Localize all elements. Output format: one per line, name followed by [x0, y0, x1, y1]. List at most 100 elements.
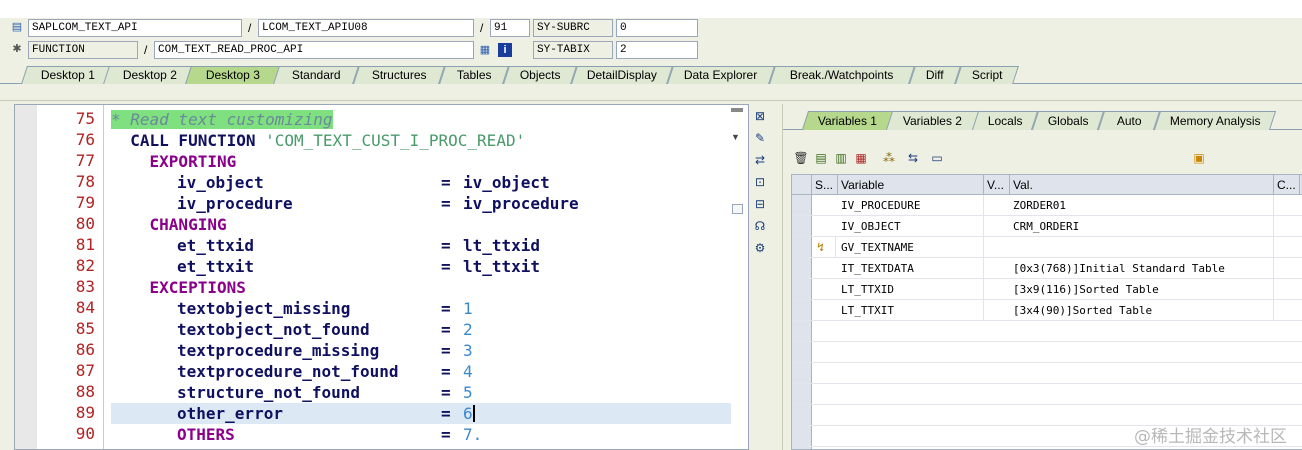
display-code-icon[interactable]: ▦	[478, 43, 492, 57]
variables-grid[interactable]: S... Variable V... Val. C... H IV_PROCED…	[791, 174, 1302, 450]
line-field[interactable]: 91	[490, 19, 530, 37]
table-row[interactable]: IV_PROCEDURE ZORDER01 5	[792, 195, 1302, 216]
append-icon[interactable]: ▥	[833, 150, 849, 166]
new-tool-icon[interactable]: ✎	[752, 130, 768, 146]
sysvar1-value[interactable]: 0	[616, 19, 698, 37]
tab-diff[interactable]: Diff	[909, 66, 961, 84]
code-line-89[interactable]: other_error = 6	[111, 403, 731, 424]
code-line-90[interactable]: OTHERS = 7.	[111, 424, 731, 445]
table-row[interactable]: IT_TEXTDATA [0x3(768)]Initial Standard T…	[792, 258, 1302, 279]
code-line-77[interactable]: EXPORTING	[111, 151, 731, 172]
col-s[interactable]: S...	[812, 175, 838, 195]
variable-name[interactable]: IT_TEXTDATA	[838, 258, 984, 279]
info-icon[interactable]: i	[498, 43, 512, 57]
tab-script[interactable]: Script	[955, 66, 1019, 84]
include-field[interactable]: LCOM_TEXT_APIU08	[258, 19, 474, 37]
tab-desktop-2[interactable]: Desktop 2	[103, 66, 197, 84]
tab-globals[interactable]: Globals	[1031, 111, 1105, 130]
variable-value[interactable]: CRM_ORDERI	[1010, 216, 1274, 237]
code-line-80[interactable]: CHANGING	[111, 214, 731, 235]
tab-variables-2[interactable]: Variables 2	[885, 111, 981, 130]
tab-desktop-3[interactable]: Desktop 3	[185, 66, 281, 84]
separator: /	[248, 21, 252, 35]
table-row[interactable]	[792, 384, 1302, 405]
table-row[interactable]: LT_TTXID [3x9(116)]Sorted Table	[792, 279, 1302, 300]
tab-structures[interactable]: Structures	[353, 66, 445, 84]
tab-desktop-1[interactable]: Desktop 1	[21, 66, 115, 84]
col-select	[792, 175, 812, 195]
tab-objects[interactable]: Objects	[503, 66, 577, 84]
variable-value[interactable]: ZORDER01	[1010, 195, 1274, 216]
swap-icon[interactable]: ⇄	[752, 152, 768, 168]
code-line-87[interactable]: textprocedure_not_found = 4	[111, 361, 731, 382]
table-row[interactable]	[792, 321, 1302, 342]
variable-value[interactable]	[1010, 237, 1274, 258]
code-line-76[interactable]: CALL FUNCTION 'COM_TEXT_CUST_I_PROC_READ…	[111, 130, 731, 151]
separator: /	[144, 43, 148, 57]
save-icon[interactable]: ▣	[1191, 150, 1207, 166]
close-icon[interactable]: ⊠	[752, 108, 768, 124]
table-row[interactable]: ↯ GV_TEXTNAME	[792, 237, 1302, 258]
variable-name[interactable]: LT_TTXIT	[838, 300, 984, 321]
services-icon[interactable]: ⚙	[752, 240, 768, 256]
col-c[interactable]: C...	[1274, 175, 1300, 195]
folder-icon[interactable]: ▭	[929, 150, 945, 166]
code-line-83[interactable]: EXCEPTIONS	[111, 277, 731, 298]
variable-value[interactable]: [3x9(116)]Sorted Table	[1010, 279, 1274, 300]
insert-icon[interactable]: ▤	[813, 150, 829, 166]
variable-value[interactable]: [0x3(768)]Initial Standard Table	[1010, 258, 1274, 279]
tab-detaildisplay[interactable]: DetailDisplay	[571, 66, 673, 84]
code-line-82[interactable]: et_ttxit = lt_ttxit	[111, 256, 731, 277]
maximize-icon[interactable]: ⊡	[752, 174, 768, 190]
delete-icon[interactable]: 🗑	[793, 150, 809, 166]
variable-name[interactable]: IV_PROCEDURE	[838, 195, 984, 216]
code-line-81[interactable]: et_ttxid = lt_ttxid	[111, 235, 731, 256]
variable-name[interactable]: LT_TTXID	[838, 279, 984, 300]
value: 6	[463, 404, 473, 423]
tab-locals[interactable]: Locals	[971, 111, 1039, 130]
split-icon[interactable]: ⊟	[752, 196, 768, 212]
grid-header: S... Variable V... Val. C... H	[792, 175, 1302, 195]
source-code-editor[interactable]: 75 * Read text customizing 76 CALL FUNCT…	[14, 104, 749, 450]
tab-memory-analysis[interactable]: Memory Analysis	[1153, 111, 1277, 130]
tab-auto[interactable]: Auto	[1097, 111, 1161, 130]
headset-icon[interactable]: ☊	[752, 218, 768, 234]
code-line-88[interactable]: structure_not_found = 5	[111, 382, 731, 403]
line-number: 87	[75, 361, 95, 380]
watch-icon[interactable]: ↯	[814, 237, 836, 258]
tab-tables[interactable]: Tables	[439, 66, 509, 84]
line-number: 79	[75, 193, 95, 212]
code-line-75[interactable]: * Read text customizing	[111, 109, 731, 130]
transfer-icon[interactable]: ⇆	[905, 150, 921, 166]
sysvar2-value[interactable]: 2	[616, 41, 698, 59]
variable-name[interactable]: IV_OBJECT	[838, 216, 984, 237]
editor-scrollbar[interactable]: ▼	[730, 104, 744, 450]
col-value[interactable]: Val.	[1010, 175, 1274, 195]
tab-standard[interactable]: Standard	[273, 66, 359, 84]
hierarchy-icon[interactable]: ⁂	[881, 150, 897, 166]
code-line-86[interactable]: textprocedure_missing = 3	[111, 340, 731, 361]
table-row[interactable]	[792, 363, 1302, 384]
scroll-down-arrow[interactable]: ▼	[731, 132, 740, 142]
code-line-84[interactable]: textobject_missing = 1	[111, 298, 731, 319]
code-line-85[interactable]: textobject_not_found = 2	[111, 319, 731, 340]
col-v[interactable]: V...	[984, 175, 1010, 195]
col-variable[interactable]: Variable	[838, 175, 984, 195]
scroll-thumb[interactable]	[732, 204, 743, 214]
table-row[interactable]	[792, 342, 1302, 363]
code-line-79[interactable]: iv_procedure = iv_procedure	[111, 193, 731, 214]
tab-variables-1[interactable]: Variables 1	[801, 111, 895, 130]
value: lt_ttxit	[463, 257, 541, 276]
tab-breakpoints[interactable]: Break./Watchpoints	[769, 66, 915, 84]
event-name-field[interactable]: COM_TEXT_READ_PROC_API	[154, 41, 474, 59]
breakpoint-gutter[interactable]	[15, 105, 37, 449]
table-row[interactable]: LT_TTXIT [3x4(90)]Sorted Table	[792, 300, 1302, 321]
variable-value[interactable]: [3x4(90)]Sorted Table	[1010, 300, 1274, 321]
tab-data-explorer[interactable]: Data Explorer	[667, 66, 775, 84]
variable-name[interactable]: GV_TEXTNAME	[838, 237, 984, 258]
scroll-up-arrow[interactable]	[731, 108, 743, 112]
code-line-78[interactable]: iv_object = iv_object	[111, 172, 731, 193]
remove-row-icon[interactable]: ▦	[853, 150, 869, 166]
program-field[interactable]: SAPLCOM_TEXT_API	[28, 19, 242, 37]
table-row[interactable]: IV_OBJECT CRM_ORDERI 4	[792, 216, 1302, 237]
